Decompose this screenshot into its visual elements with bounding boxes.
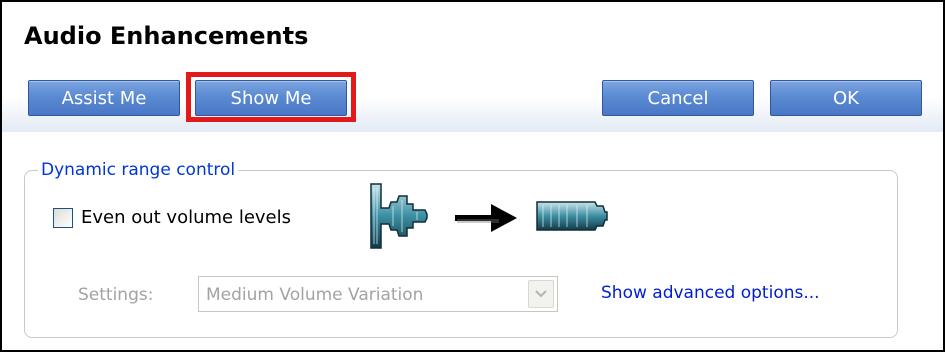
uncompressed-waveform-icon xyxy=(370,183,428,249)
assist-me-button[interactable]: Assist Me xyxy=(28,80,180,116)
even-out-volume-checkbox[interactable] xyxy=(53,208,73,228)
show-advanced-options-link[interactable]: Show advanced options... xyxy=(601,283,820,303)
waveform-compression-illustration xyxy=(370,183,608,249)
ok-button[interactable]: OK xyxy=(770,80,922,116)
arrow-right-icon xyxy=(455,204,517,232)
chevron-down-icon[interactable] xyxy=(528,280,554,308)
audio-enhancements-dialog: Audio Enhancements Assist Me Show Me Can… xyxy=(0,0,945,352)
show-me-highlight-box xyxy=(186,72,356,122)
settings-label: Settings: xyxy=(78,285,154,305)
cancel-button[interactable]: Cancel xyxy=(602,80,754,116)
dialog-title: Audio Enhancements xyxy=(24,22,309,50)
even-out-volume-label[interactable]: Even out volume levels xyxy=(81,207,291,228)
settings-dropdown-value: Medium Volume Variation xyxy=(206,285,424,305)
compressed-waveform-icon xyxy=(536,201,608,231)
group-legend: Dynamic range control xyxy=(38,160,239,180)
settings-dropdown[interactable]: Medium Volume Variation xyxy=(198,276,558,312)
